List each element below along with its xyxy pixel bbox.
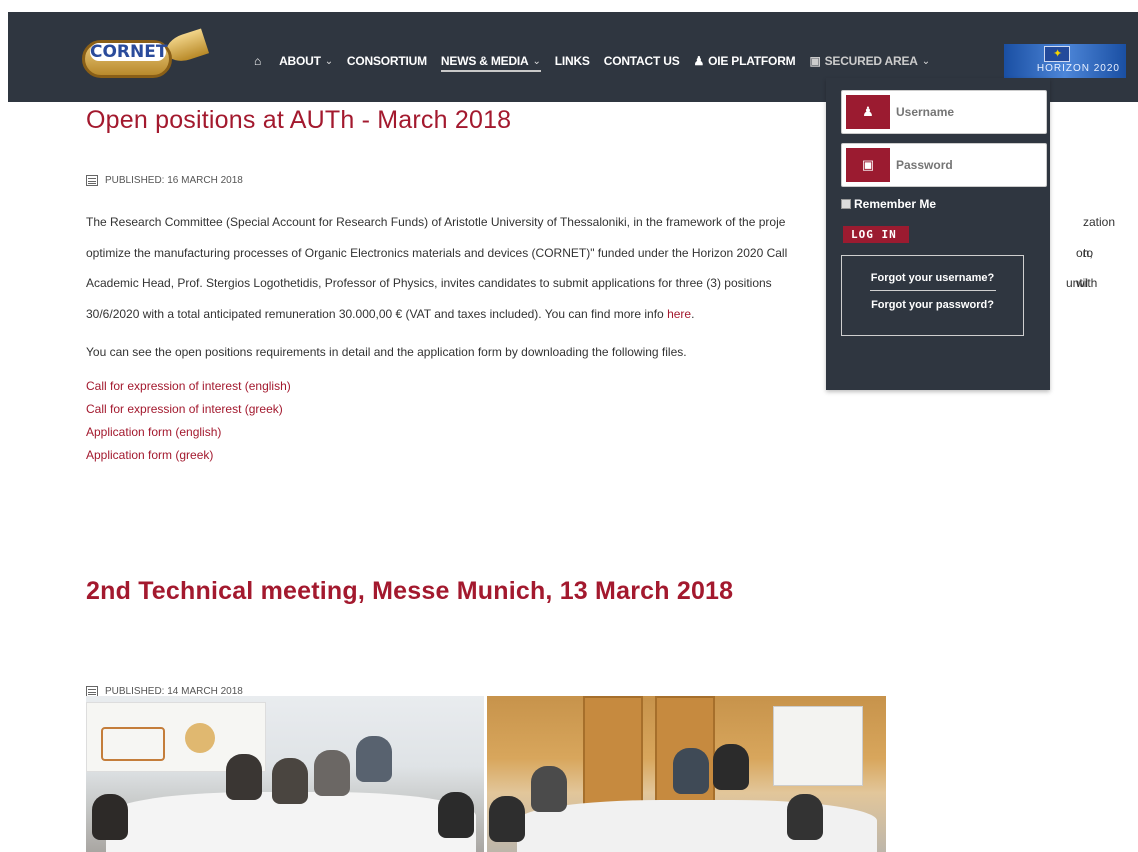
divider xyxy=(869,290,996,291)
top-strip xyxy=(0,0,1138,12)
main-nav: ⌂ ABOUT ⌄ CONSORTIUM NEWS & MEDIA ⌄ LINK… xyxy=(254,51,944,72)
person-figure xyxy=(356,736,392,782)
whiteboard xyxy=(773,706,863,786)
forgot-links: Forgot your username? Forgot your passwo… xyxy=(841,255,1024,336)
lock-icon: ▣ xyxy=(846,148,890,182)
horizon-2020-text: HORIZON 2020 xyxy=(1036,63,1120,74)
nav-contact-us[interactable]: CONTACT US xyxy=(604,54,680,68)
article-title-2[interactable]: 2nd Technical meeting, Messe Munich, 13 … xyxy=(86,577,733,606)
person-figure xyxy=(314,750,350,796)
eu-flag-icon xyxy=(1044,46,1070,62)
lock-icon: ▣ xyxy=(809,54,821,68)
chevron-down-icon: ⌄ xyxy=(324,55,333,67)
nav-links-label: LINKS xyxy=(554,54,590,68)
nav-consortium-label: CONSORTIUM xyxy=(346,54,427,68)
password-input[interactable] xyxy=(896,154,1042,176)
remember-me[interactable]: Remember Me xyxy=(841,197,936,211)
login-dropdown: ♟ ▣ Remember Me LOG IN Forgot your usern… xyxy=(826,78,1050,390)
meeting-photo-1[interactable] xyxy=(86,696,484,852)
nav-links[interactable]: LINKS xyxy=(555,54,590,68)
person-figure xyxy=(489,796,525,842)
forgot-password-link[interactable]: Forgot your password? xyxy=(842,299,1023,311)
person-figure xyxy=(787,794,823,840)
published-text: PUBLISHED: 16 MARCH 2018 xyxy=(105,175,243,186)
meeting-photo-2[interactable] xyxy=(487,696,886,852)
link-form-english[interactable]: Application form (english) xyxy=(86,421,1116,444)
person-figure xyxy=(438,792,474,838)
person-figure xyxy=(226,754,262,800)
forgot-username-link[interactable]: Forgot your username? xyxy=(842,272,1023,284)
nav-secured-area-label: SECURED AREA xyxy=(824,54,918,68)
nav-secured-area[interactable]: ▣ SECURED AREA ⌄ xyxy=(809,54,930,68)
username-input[interactable] xyxy=(896,101,1042,123)
password-field: ▣ xyxy=(841,143,1047,187)
meeting-table xyxy=(517,800,877,852)
person-figure xyxy=(673,748,709,794)
nav-oie-platform[interactable]: ♟ OIE PLATFORM xyxy=(694,54,796,68)
person-figure xyxy=(92,794,128,840)
here-link[interactable]: here xyxy=(667,307,691,321)
nav-oie-platform-label: OIE PLATFORM xyxy=(708,54,796,68)
users-icon: ♟ xyxy=(693,54,705,68)
home-icon: ⌂ xyxy=(254,54,262,68)
nav-news-media-label: NEWS & MEDIA xyxy=(440,54,529,68)
nav-about-label: ABOUT xyxy=(279,54,321,68)
calendar-icon xyxy=(86,175,98,186)
nav-home[interactable]: ⌂ xyxy=(254,54,265,68)
person-figure xyxy=(713,744,749,790)
cornet-logo[interactable]: CORNET xyxy=(82,28,210,88)
user-icon: ♟ xyxy=(846,95,890,129)
horizon-2020-banner[interactable]: HORIZON 2020 xyxy=(1004,44,1126,78)
remember-label: Remember Me xyxy=(854,197,937,211)
nav-contact-us-label: CONTACT US xyxy=(603,54,680,68)
link-form-greek[interactable]: Application form (greek) xyxy=(86,444,1116,467)
chevron-down-icon: ⌄ xyxy=(532,55,541,67)
person-figure xyxy=(272,758,308,804)
username-field: ♟ xyxy=(841,90,1047,134)
remember-checkbox[interactable] xyxy=(841,199,851,209)
login-button[interactable]: LOG IN xyxy=(843,226,909,243)
person-figure xyxy=(531,766,567,812)
door xyxy=(583,696,643,806)
nav-about[interactable]: ABOUT ⌄ xyxy=(279,54,333,68)
chevron-down-icon: ⌄ xyxy=(921,55,930,67)
nav-consortium[interactable]: CONSORTIUM xyxy=(347,54,427,68)
logo-text: CORNET xyxy=(90,42,168,62)
link-call-greek[interactable]: Call for expression of interest (greek) xyxy=(86,398,1116,421)
nav-news-media[interactable]: NEWS & MEDIA ⌄ xyxy=(440,54,541,72)
